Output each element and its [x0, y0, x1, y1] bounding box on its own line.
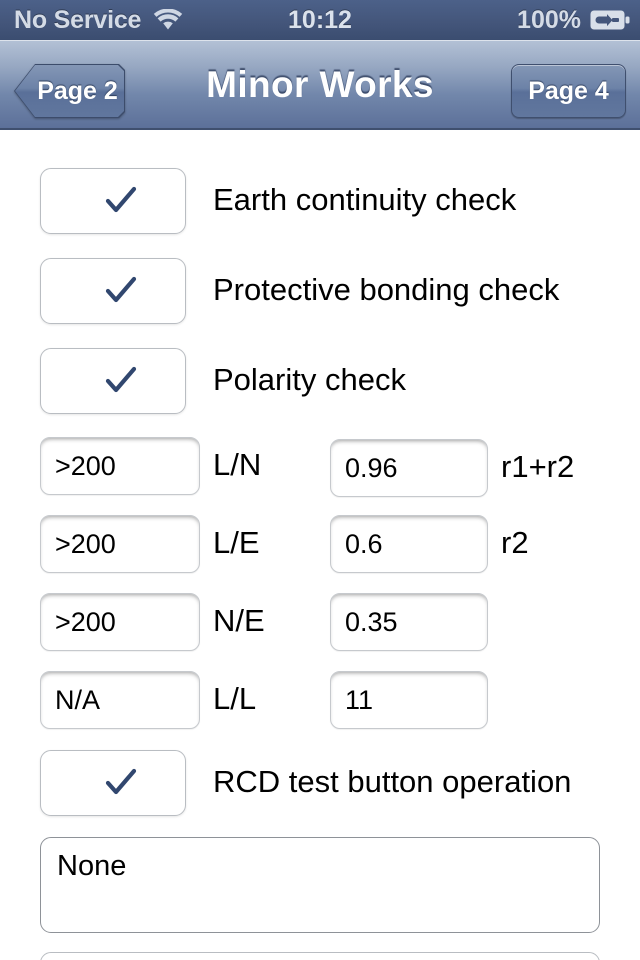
- label-r1r2: r1+r2: [501, 449, 575, 484]
- input-insulation-le[interactable]: >200: [40, 515, 200, 573]
- checkbox-label-rcd-test: RCD test button operation: [213, 764, 572, 799]
- navigation-bar: Page 2 Minor Works Page 4: [0, 40, 640, 130]
- input-insulation-ll[interactable]: N/A: [40, 671, 200, 729]
- measurement-row-ne: >200 N/E 0.35: [0, 593, 640, 651]
- check-row-earth-continuity: Earth continuity check: [0, 168, 640, 234]
- app-screen: No Service 10:12 100% Page 2 Minor Works…: [0, 0, 640, 960]
- checkbox-earth-continuity[interactable]: [40, 168, 186, 234]
- input-continuity-ll[interactable]: 11: [330, 671, 488, 729]
- notes-textarea[interactable]: None: [40, 837, 600, 933]
- input-continuity-ne[interactable]: 0.35: [330, 593, 488, 651]
- label-ne: N/E: [213, 603, 265, 638]
- checkbox-polarity[interactable]: [40, 348, 186, 414]
- check-icon: [105, 366, 137, 393]
- battery-percent-label: 100%: [517, 5, 581, 34]
- checkbox-rcd-test[interactable]: [40, 750, 186, 816]
- checkbox-label-earth-continuity: Earth continuity check: [213, 182, 517, 217]
- checkbox-protective-bonding[interactable]: [40, 258, 186, 324]
- status-bar: No Service 10:12 100%: [0, 0, 640, 40]
- battery-charging-icon: [590, 9, 630, 31]
- label-r2: r2: [501, 525, 529, 560]
- forward-button[interactable]: Page 4: [511, 64, 626, 118]
- next-field-peek[interactable]: [40, 952, 600, 960]
- label-le: L/E: [213, 525, 260, 560]
- check-row-polarity: Polarity check: [0, 348, 640, 414]
- measurement-row-ll: N/A L/L 11: [0, 671, 640, 729]
- label-ln: L/N: [213, 447, 262, 482]
- input-insulation-ne[interactable]: >200: [40, 593, 200, 651]
- input-continuity-r1r2[interactable]: 0.96: [330, 439, 488, 497]
- check-icon: [105, 768, 137, 795]
- input-insulation-ln[interactable]: >200: [40, 437, 200, 495]
- check-icon: [105, 276, 137, 303]
- check-icon: [105, 186, 137, 213]
- label-ll: L/L: [213, 681, 257, 716]
- measurement-row-le: >200 L/E 0.6 r2: [0, 515, 640, 573]
- check-row-rcd-test: RCD test button operation: [0, 750, 640, 816]
- form-content: Earth continuity check Protective bondin…: [0, 132, 640, 960]
- input-continuity-r2[interactable]: 0.6: [330, 515, 488, 573]
- check-row-protective-bonding: Protective bonding check: [0, 258, 640, 324]
- status-bar-right: 100%: [517, 6, 630, 35]
- checkbox-label-protective-bonding: Protective bonding check: [213, 272, 560, 307]
- checkbox-label-polarity: Polarity check: [213, 362, 406, 397]
- measurement-row-ln: >200 L/N 0.96 r1+r2: [0, 437, 640, 497]
